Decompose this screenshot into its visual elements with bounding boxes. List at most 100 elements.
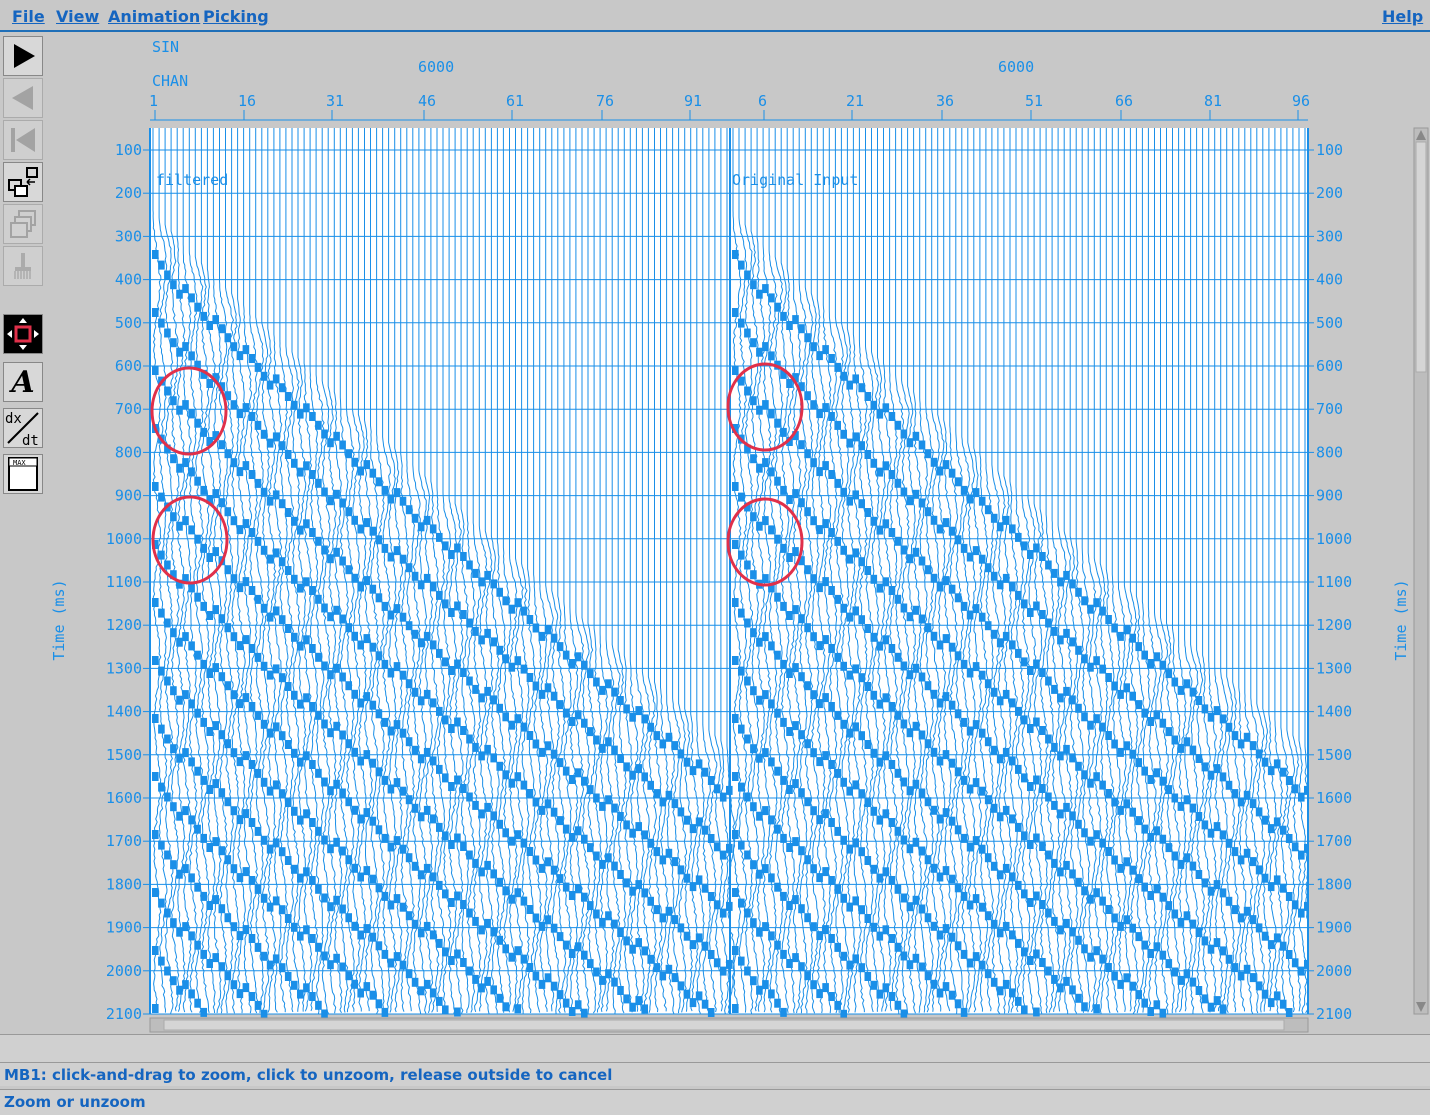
play-forward-button[interactable] <box>3 36 43 76</box>
trace-peak <box>1099 722 1106 732</box>
trace-peak <box>272 896 280 906</box>
trace-peak <box>188 641 195 651</box>
trace-peak <box>309 760 316 769</box>
trace-peak <box>1075 877 1082 887</box>
trace-peak <box>315 826 322 836</box>
trace-peak <box>659 913 667 923</box>
time-tick-label-left: 2100 <box>106 1005 142 1023</box>
trace-peak <box>1279 767 1287 777</box>
trace-peak <box>750 918 757 928</box>
trace-peak <box>774 650 781 660</box>
menu-animation[interactable]: Animation <box>108 7 200 26</box>
trace-peak <box>381 949 389 959</box>
brush-button[interactable] <box>3 246 43 286</box>
trace-peak <box>1135 758 1142 768</box>
trace-peak <box>948 584 956 594</box>
trace-peak <box>405 563 413 573</box>
trace-peak <box>158 550 165 560</box>
trace-peak <box>960 891 968 901</box>
trace-peak <box>798 904 805 914</box>
trace-peak <box>1069 869 1076 879</box>
trace-peak <box>248 586 256 595</box>
trace-peak <box>750 860 757 870</box>
trace-peak <box>1033 543 1040 553</box>
trace-peak <box>212 547 219 557</box>
trace-peak <box>918 904 926 914</box>
trace-peak <box>894 420 902 430</box>
trace-peak <box>1243 964 1251 974</box>
trace-peak <box>768 641 775 651</box>
annotate-text-button[interactable]: A <box>3 362 43 402</box>
trace-peak <box>762 922 769 932</box>
time-tick-label-left: 1400 <box>106 703 142 721</box>
trace-peak <box>260 777 268 787</box>
menu-view[interactable]: View <box>56 7 99 26</box>
trace-peak <box>774 476 781 486</box>
trace-peak <box>224 507 232 517</box>
trace-peak <box>828 760 835 769</box>
trace-peak <box>230 864 238 874</box>
trace-peak <box>1261 757 1269 767</box>
trace-peak <box>732 366 739 375</box>
horizontal-scroll-thumb[interactable] <box>163 1019 1285 1031</box>
trace-peak <box>756 695 763 705</box>
trace-peak <box>882 519 890 529</box>
trace-peak <box>744 734 751 744</box>
trace-peak <box>284 740 292 749</box>
trace-peak <box>828 876 835 885</box>
panel-title-original: Original Input <box>732 171 858 189</box>
trace-peak <box>1279 825 1287 835</box>
trace-peak <box>786 495 793 504</box>
trace-peak <box>828 354 835 363</box>
trace-peak <box>750 570 757 580</box>
window-swap-button[interactable] <box>3 162 43 202</box>
window-stack-button[interactable] <box>3 204 43 244</box>
trace-peak <box>212 953 219 963</box>
trace-peak <box>357 582 364 592</box>
trace-peak <box>792 605 799 615</box>
trace-peak <box>460 958 467 967</box>
trace-peak <box>1033 659 1040 669</box>
trace-peak <box>605 795 612 805</box>
zoom-move-button[interactable] <box>3 314 43 354</box>
vertical-scroll-thumb[interactable] <box>1415 141 1427 373</box>
trace-peak <box>1021 773 1028 783</box>
trace-peak <box>1105 673 1112 682</box>
trace-peak <box>918 962 926 972</box>
trace-peak <box>912 547 920 557</box>
dx-dt-button[interactable]: dx dt <box>3 408 43 448</box>
trace-peak <box>321 951 328 961</box>
trace-peak <box>297 757 304 767</box>
trace-peak <box>508 778 516 788</box>
trace-peak <box>1153 942 1161 952</box>
trace-peak <box>780 775 787 785</box>
trace-peak <box>442 541 449 551</box>
trace-peak <box>1105 731 1112 740</box>
trace-peak <box>423 631 431 641</box>
seismic-plot[interactable]: SIN CHAN 6000 6000 1 16 31 46 61 76 91 6 21 36 51 6… <box>46 34 1430 1034</box>
trace-peak <box>984 563 992 573</box>
trace-peak <box>278 847 286 857</box>
trace-peak <box>284 392 292 401</box>
trace-peak <box>1261 815 1269 825</box>
menu-help[interactable]: Help <box>1382 7 1423 26</box>
trace-peak <box>1021 657 1028 667</box>
max-button[interactable]: MAX <box>3 454 43 494</box>
trace-peak <box>786 553 793 562</box>
rewind-button[interactable] <box>3 120 43 160</box>
play-backward-button[interactable] <box>3 78 43 118</box>
trace-peak <box>972 546 980 556</box>
menu-picking[interactable]: Picking <box>203 7 269 26</box>
trace-peak <box>423 689 431 699</box>
trace-peak <box>918 614 926 624</box>
menu-file[interactable]: File <box>12 7 45 26</box>
trace-peak <box>1231 731 1239 741</box>
trace-peak <box>284 856 292 865</box>
trace-peak <box>556 990 564 1000</box>
trace-peak <box>1207 712 1215 722</box>
trace-peak <box>381 659 389 669</box>
trace-peak <box>194 708 201 718</box>
trace-peak <box>810 400 817 410</box>
trace-peak <box>744 792 751 802</box>
trace-peak <box>1009 756 1016 766</box>
